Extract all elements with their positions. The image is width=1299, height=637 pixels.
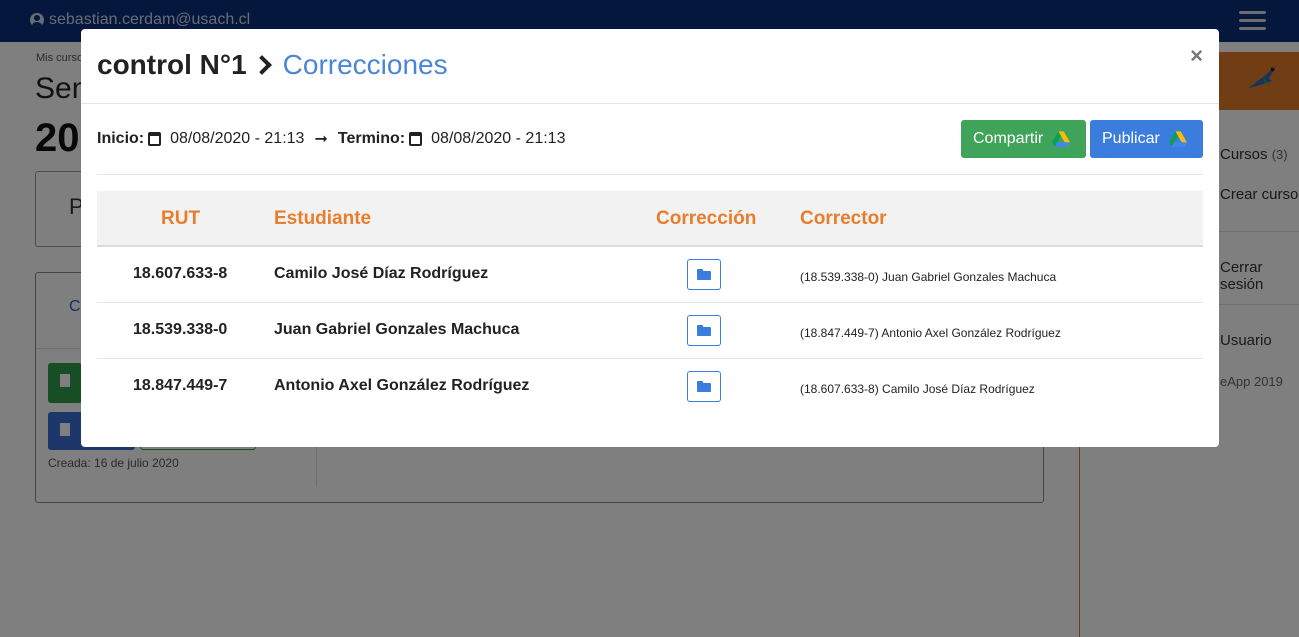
table-row: 18.847.449-7 Antonio Axel González Rodrí… (97, 359, 1203, 415)
modal-title: control N°1 Correcciones (97, 49, 448, 81)
corrections-modal: control N°1 Correcciones × Inicio: 08/08… (81, 29, 1219, 447)
open-correction-button[interactable] (687, 315, 721, 346)
open-correction-button[interactable] (687, 371, 721, 402)
cell-corrector: (18.607.633-8) Camilo José Díaz Rodrígue… (800, 382, 1035, 396)
publish-button[interactable]: Publicar (1090, 120, 1203, 158)
google-drive-icon (1168, 130, 1187, 147)
cell-corrector: (18.539.338-0) Juan Gabriel Gonzales Mac… (800, 270, 1057, 284)
corrections-table: RUT Estudiante Corrección Corrector 18.6… (97, 191, 1203, 415)
table-header: RUT Estudiante Corrección Corrector (97, 191, 1203, 247)
end-value: 08/08/2020 - 21:13 (431, 130, 566, 147)
modal-title-sub: Correcciones (282, 49, 448, 80)
calendar-icon (409, 132, 423, 146)
open-correction-button[interactable] (687, 259, 721, 290)
end-label: Termino: (337, 130, 406, 147)
cell-corrector: (18.847.449-7) Antonio Axel González Rod… (800, 326, 1061, 340)
publish-label: Publicar (1102, 130, 1160, 147)
google-drive-icon (1052, 130, 1071, 147)
cell-rut: 18.847.449-7 (133, 377, 228, 394)
cell-rut: 18.539.338-0 (133, 321, 228, 338)
section-divider (97, 174, 1203, 175)
cell-student: Camilo José Díaz Rodríguez (274, 265, 489, 282)
column-header-correction[interactable]: Corrección (656, 208, 756, 230)
folder-open-icon (697, 325, 711, 336)
modal-header: control N°1 Correcciones × (81, 29, 1219, 104)
cell-rut: 18.607.633-8 (133, 265, 228, 282)
calendar-icon (148, 132, 162, 146)
close-icon[interactable]: × (1190, 45, 1203, 67)
chevron-right-icon (251, 55, 272, 75)
folder-open-icon (697, 381, 711, 392)
share-button[interactable]: Compartir (961, 120, 1086, 158)
table-row: 18.539.338-0 Juan Gabriel Gonzales Machu… (97, 303, 1203, 359)
date-range: Inicio: 08/08/2020 - 21:13 ➞ Termino: 08… (97, 129, 565, 149)
column-header-student[interactable]: Estudiante (274, 208, 371, 230)
table-row: 18.607.633-8 Camilo José Díaz Rodríguez … (97, 247, 1203, 303)
start-label: Inicio: (97, 130, 145, 147)
folder-open-icon (697, 269, 711, 280)
cell-student: Antonio Axel González Rodríguez (274, 377, 530, 394)
modal-title-current: control N°1 (97, 49, 247, 80)
arrow-right-icon: ➞ (314, 131, 328, 148)
share-label: Compartir (973, 130, 1044, 147)
column-header-corrector[interactable]: Corrector (800, 208, 887, 230)
column-header-rut[interactable]: RUT (161, 208, 200, 230)
start-value: 08/08/2020 - 21:13 (170, 130, 305, 147)
cell-student: Juan Gabriel Gonzales Machuca (274, 321, 520, 338)
